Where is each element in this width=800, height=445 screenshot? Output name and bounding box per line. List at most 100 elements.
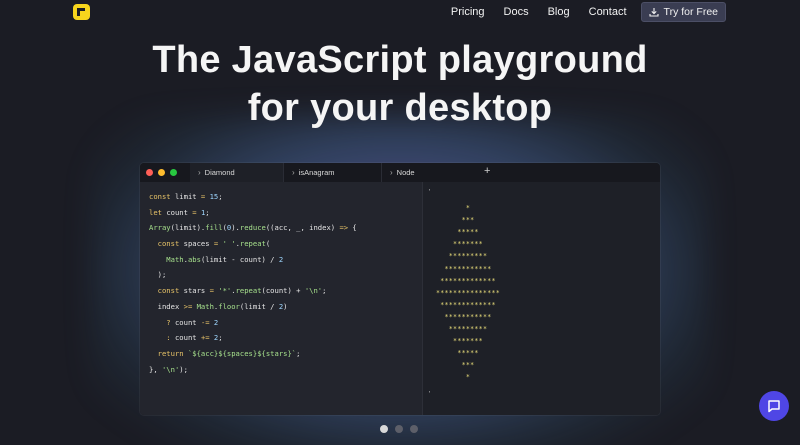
chevron-right-icon: › — [390, 168, 393, 177]
code-token: stars — [183, 286, 206, 296]
output-line: *********** — [444, 264, 492, 273]
code-token: '*' — [218, 286, 232, 296]
app-logo[interactable] — [73, 4, 90, 20]
code-token: ; — [205, 207, 210, 217]
nav-link-pricing[interactable]: Pricing — [451, 0, 485, 24]
code-token: ? — [149, 317, 175, 327]
code-token: Array — [149, 223, 171, 233]
code-token: limit — [174, 192, 197, 201]
download-icon — [648, 8, 659, 17]
new-tab-button[interactable]: + — [484, 165, 490, 177]
output-line: ***** — [457, 228, 479, 237]
play-icon — [77, 8, 85, 16]
code-token: reduce — [239, 223, 266, 233]
code-token: = — [209, 239, 223, 249]
code-token: count — [174, 317, 201, 327]
output-line: * — [465, 204, 471, 212]
code-editor[interactable]: const limit = 15; let count = 1; Array(lim… — [140, 182, 423, 415]
nav-link-blog[interactable]: Blog — [548, 0, 570, 24]
output-close-quote: ' — [429, 391, 431, 398]
code-token: count — [174, 333, 201, 343]
code-token: abs — [187, 254, 201, 264]
code-line: let count = 1; — [149, 208, 357, 224]
code-token: ); — [149, 270, 167, 280]
code-line: Math.abs(limit - count) / 2 — [149, 255, 357, 271]
output-open-quote: ' — [429, 189, 431, 196]
hero-line-1: The JavaScript playground — [152, 39, 648, 81]
code-token: (limit). — [170, 223, 206, 233]
code-token: += — [200, 333, 210, 343]
chevron-right-icon: › — [292, 168, 295, 177]
try-for-free-label: Try for Free — [663, 6, 718, 18]
carousel-indicators — [380, 425, 418, 433]
try-for-free-button[interactable]: Try for Free — [640, 2, 726, 22]
code-token: '\n' — [304, 286, 323, 296]
output-line: ******* — [453, 337, 483, 346]
tab-isanagram[interactable]: › isAnagram — [284, 163, 382, 182]
code-line: : count += 2; — [149, 333, 357, 349]
code-token: fill — [205, 223, 223, 233]
top-nav: Pricing Docs Blog Contact Try for Free — [432, 0, 726, 24]
nav-link-docs[interactable]: Docs — [504, 0, 529, 24]
code-token: repeat — [239, 239, 266, 249]
code-token: ((acc, _, index) — [265, 223, 340, 233]
output-line: *** — [461, 361, 475, 370]
code-token: (count) + — [261, 286, 305, 296]
code-lines: const limit = 15; let count = 1; Array(lim… — [149, 192, 357, 380]
close-window-dot[interactable] — [146, 169, 153, 176]
code-token: let — [149, 207, 167, 217]
output-line: *********** — [444, 312, 492, 321]
carousel-dot[interactable] — [410, 425, 418, 433]
code-token: const — [149, 286, 184, 296]
output-line: *************** — [435, 288, 501, 297]
code-token: Math — [149, 254, 184, 264]
code-line: ? count -= 2 — [149, 318, 357, 334]
code-token: : — [149, 333, 175, 343]
chat-button[interactable] — [759, 391, 789, 421]
code-token: 15 — [209, 192, 219, 201]
tab-node[interactable]: › Node — [382, 163, 472, 182]
output-panel: ' ' * *** ***** ******* ********* ***********… — [423, 182, 660, 415]
output-line: ********* — [448, 325, 488, 333]
carousel-dot[interactable] — [395, 425, 403, 433]
code-token: ). — [231, 223, 240, 233]
output-line: ************* — [440, 276, 496, 285]
code-token: ); — [179, 364, 188, 374]
code-token: ; — [322, 286, 327, 296]
tab-label: Diamond — [204, 168, 235, 177]
code-token: ( — [265, 239, 271, 249]
code-token: ; — [218, 192, 223, 201]
chat-bubble-icon — [768, 400, 780, 413]
code-token: Math — [192, 301, 214, 311]
code-token: = — [187, 207, 201, 217]
code-token: >= — [183, 301, 193, 311]
code-line: index >= Math.floor(limit / 2) — [149, 302, 357, 318]
code-token: -= — [200, 317, 210, 327]
hero-heading: The JavaScript playground for your deskt… — [0, 36, 800, 132]
tab-diamond[interactable]: › Diamond — [190, 163, 284, 182]
code-token: spaces — [183, 239, 210, 249]
code-line: const stars = '*'.repeat(count) + '\n'; — [149, 286, 357, 302]
output-line: ********* — [448, 252, 488, 261]
code-line: ); — [149, 270, 357, 286]
code-token: (limit / — [239, 301, 279, 311]
code-token: 2 — [278, 254, 284, 264]
code-token: { — [348, 223, 357, 233]
code-token: floor — [218, 301, 240, 311]
nav-link-contact[interactable]: Contact — [589, 0, 627, 24]
code-token: = — [205, 286, 219, 296]
output-line: *** — [461, 216, 475, 225]
app-window-preview: › Diamond › isAnagram › Node + const lim… — [140, 163, 660, 415]
code-line: const spaces = ' '.repeat( — [149, 239, 357, 255]
code-token: (limit - count) / — [200, 254, 279, 264]
code-line: Array(limit).fill(0).reduce((acc, _, ind… — [149, 223, 357, 239]
output-line: ******* — [453, 240, 483, 249]
code-token: 2 — [209, 333, 219, 343]
hero-line-2: for your desktop — [247, 87, 553, 129]
tab-label: Node — [396, 168, 415, 177]
chevron-right-icon: › — [198, 168, 201, 177]
code-line: const limit = 15; — [149, 192, 357, 208]
zoom-window-dot[interactable] — [170, 169, 177, 176]
carousel-dot[interactable] — [380, 425, 388, 433]
minimize-window-dot[interactable] — [158, 169, 165, 176]
